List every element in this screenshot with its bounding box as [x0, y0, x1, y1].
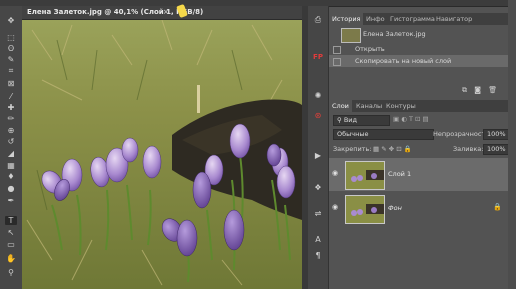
filter-icons[interactable]: ▣ ◐ T ⊡ ▤ — [393, 115, 429, 123]
layer-name: Фон — [388, 204, 402, 212]
fp-icon[interactable]: FP — [312, 52, 324, 63]
layer-thumbnail — [345, 195, 385, 224]
brush-icon[interactable]: ✏ — [5, 114, 17, 123]
dodge-icon[interactable]: ● — [5, 184, 17, 193]
layer-filter-select[interactable]: ⚲ Вид — [333, 115, 390, 126]
layer-name: Слой 1 — [388, 170, 412, 178]
blend-mode-select[interactable]: Обычные — [333, 129, 434, 140]
history-panel: История Инфо Гистограмма Навигатор Елена… — [329, 13, 516, 95]
layer-row-background[interactable]: ◉ Фон 🔒 — [329, 192, 516, 225]
tab-info[interactable]: Инфо — [363, 13, 388, 25]
hand-icon[interactable]: ✋ — [5, 254, 17, 263]
snapshot-label: Елена Залеток.jpg — [363, 30, 426, 38]
history-step-label: Открыть — [355, 45, 385, 53]
color-wheel-icon[interactable]: ✺ — [312, 90, 324, 101]
eraser-icon[interactable]: ◢ — [5, 149, 17, 158]
text-icon[interactable]: A — [312, 234, 324, 245]
close-icon[interactable]: × — [163, 8, 169, 16]
tab-paths[interactable]: Контуры — [383, 100, 419, 112]
paragraph-icon[interactable]: ¶ — [312, 250, 324, 261]
shape-icon[interactable]: ▭ — [5, 240, 17, 249]
opacity-input[interactable]: 100% — [483, 129, 510, 140]
history-brush-icon[interactable]: ↺ — [5, 137, 17, 146]
layers-tabs: Слои Каналы Контуры — [329, 100, 516, 112]
search-icon: ⚲ — [337, 116, 344, 124]
history-brush-source-icon — [333, 58, 341, 66]
stamp-icon[interactable]: ⊕ — [5, 126, 17, 135]
type-icon[interactable]: T — [5, 216, 17, 225]
tab-histogram[interactable]: Гистограмма — [387, 13, 438, 25]
gradient-icon[interactable]: ▦ — [5, 161, 17, 170]
path-select-icon[interactable]: ↖ — [5, 228, 17, 237]
quick-select-icon[interactable]: ✎ — [5, 55, 17, 64]
visibility-eye-icon[interactable]: ◉ — [332, 203, 338, 211]
history-step-label: Скопировать на новый слой — [355, 57, 452, 65]
layers-panel: Слои Каналы Контуры ⚲ Вид ▣ ◐ T ⊡ ▤ Обыч… — [329, 100, 516, 289]
history-icon[interactable]: ⎙ — [312, 14, 324, 25]
new-document-icon[interactable]: ⧉ — [462, 86, 467, 94]
layers-icon[interactable]: ❖ — [312, 182, 324, 193]
crop-icon[interactable]: ⌗ — [5, 66, 17, 75]
play-icon[interactable]: ▶ — [312, 150, 324, 161]
lock-icons[interactable]: ▦ ✎ ✥ ⊡ 🔒 — [373, 145, 412, 153]
heal-icon[interactable]: ✚ — [5, 103, 17, 112]
blur-icon[interactable]: ♦ — [5, 172, 17, 181]
lock-icon: 🔒 — [493, 203, 502, 211]
pen-icon[interactable]: ✒ — [5, 196, 17, 205]
fill-label: Заливка: — [453, 145, 484, 153]
photo-crocuses — [22, 20, 302, 289]
frame-icon[interactable]: ⊠ — [5, 79, 17, 88]
tab-history[interactable]: История — [329, 13, 364, 25]
fill-input[interactable]: 100% — [483, 144, 510, 155]
document-canvas[interactable] — [22, 20, 302, 289]
move-icon[interactable]: ✥ — [5, 16, 17, 25]
history-footer-icons: ⧉ ◙ 🗑 — [462, 86, 497, 95]
history-step-open[interactable]: Открыть — [329, 43, 516, 55]
layer-row-layer1[interactable]: ◉ Слой 1 — [329, 158, 516, 191]
trash-icon[interactable]: 🗑 — [488, 86, 497, 94]
layer-thumbnail — [345, 161, 385, 190]
marquee-icon[interactable]: ⬚ — [5, 33, 17, 42]
eyedropper-icon[interactable]: ⁄ — [5, 92, 17, 101]
tab-navigator[interactable]: Навигатор — [433, 13, 475, 25]
plugin-icon[interactable]: ⊛ — [312, 110, 324, 121]
camera-icon[interactable]: ◙ — [474, 86, 481, 94]
panel-scrollbar[interactable] — [508, 0, 516, 289]
filter-label: Вид — [343, 116, 358, 124]
adjust-icon[interactable]: ⇌ — [312, 208, 324, 219]
tab-layers[interactable]: Слои — [329, 100, 352, 112]
history-step-copy-layer[interactable]: Скопировать на новый слой — [329, 55, 516, 67]
document-tab[interactable]: Елена Залеток.jpg @ 40,1% (Слой 1, RGB/8… — [22, 3, 302, 20]
tools-panel: ✥ ⬚ ʘ ✎ ⌗ ⊠ ⁄ ✚ ✏ ⊕ ↺ ◢ ▦ ♦ ● ✒ T ↖ ▭ ✋ ⚲ — [0, 6, 23, 289]
panel-icons-column: ⎙ FP ✺ ⊛ ▶ ❖ ⇌ A ¶ — [308, 6, 329, 289]
snapshot-thumbnail — [341, 28, 361, 43]
visibility-eye-icon[interactable]: ◉ — [332, 169, 338, 177]
lasso-icon[interactable]: ʘ — [5, 44, 17, 53]
history-snapshot[interactable]: Елена Залеток.jpg — [329, 27, 516, 43]
zoom-icon[interactable]: ⚲ — [5, 268, 17, 277]
tab-channels[interactable]: Каналы — [353, 100, 385, 112]
history-brush-source-icon — [333, 46, 341, 54]
history-tabs: История Инфо Гистограмма Навигатор — [329, 13, 516, 25]
lock-label: Закрепить: — [333, 145, 372, 153]
